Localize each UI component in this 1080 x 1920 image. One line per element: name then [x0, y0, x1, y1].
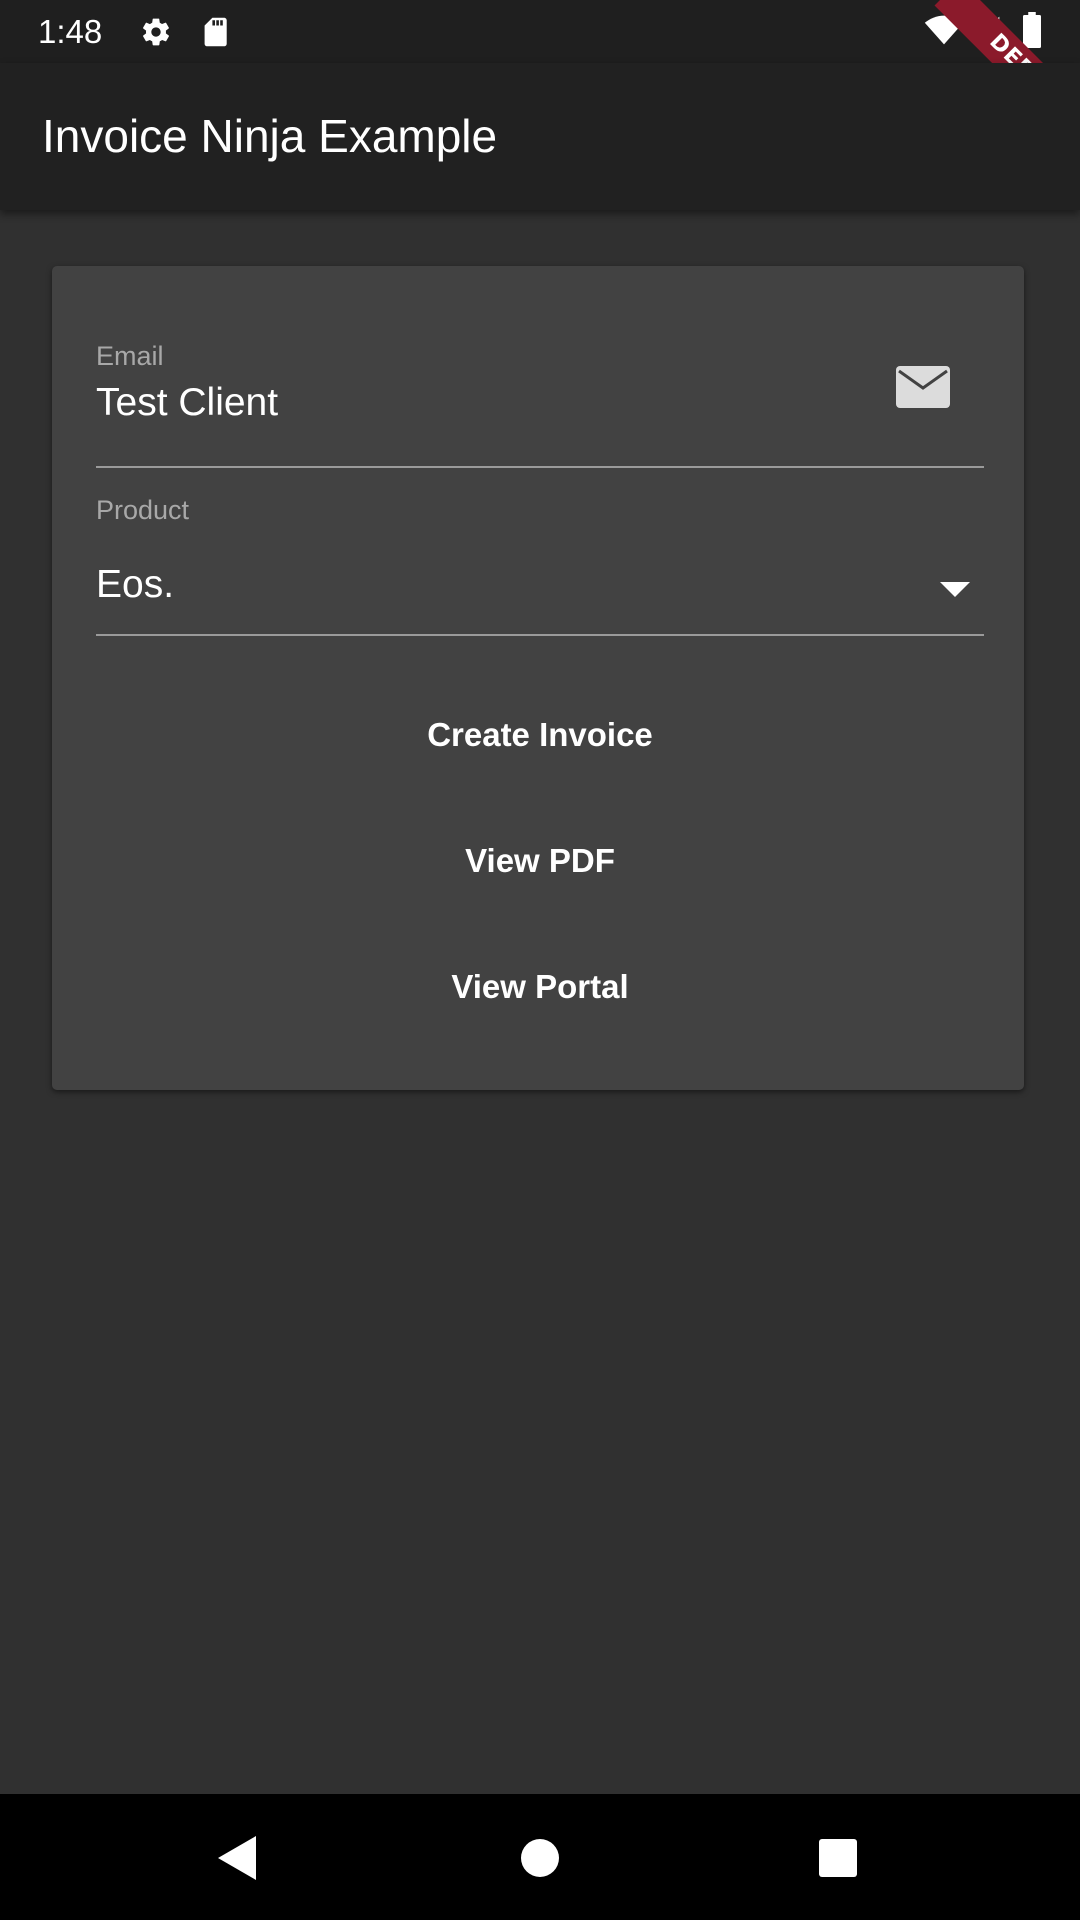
back-icon[interactable]: [218, 1836, 258, 1880]
product-label: Product: [96, 495, 190, 525]
view-pdf-button[interactable]: View PDF: [96, 812, 984, 908]
email-field[interactable]: Email: [96, 340, 984, 468]
email-input[interactable]: [96, 380, 876, 426]
create-invoice-button[interactable]: Create Invoice: [96, 686, 984, 782]
mail-icon: [896, 366, 950, 408]
recents-icon[interactable]: [818, 1838, 858, 1878]
navigation-bar: [0, 1794, 1080, 1920]
battery-icon: [1023, 12, 1041, 48]
screen: 1:48 DEBUG Invoice Ninja Example Email: [0, 0, 1080, 1920]
status-bar: 1:48 DEBUG: [0, 0, 1080, 162]
product-underline: [96, 634, 984, 636]
sd-card-icon: [204, 17, 227, 47]
dropdown-arrow-icon[interactable]: [940, 582, 970, 598]
email-underline: [96, 466, 984, 468]
email-label: Email: [96, 341, 164, 371]
page-title: Invoice Ninja Example: [42, 110, 498, 162]
product-selected-value: Eos.: [96, 563, 175, 606]
view-portal-button[interactable]: View Portal: [96, 938, 984, 1034]
home-icon[interactable]: [520, 1838, 560, 1878]
app-bar: Invoice Ninja Example: [0, 63, 1080, 210]
product-dropdown[interactable]: Product Eos.: [96, 494, 984, 636]
invoice-form-card: Email Product Eos. Create Invoice View P…: [52, 266, 1024, 1090]
status-time: 1:48: [38, 13, 103, 50]
gear-icon: [143, 18, 169, 46]
